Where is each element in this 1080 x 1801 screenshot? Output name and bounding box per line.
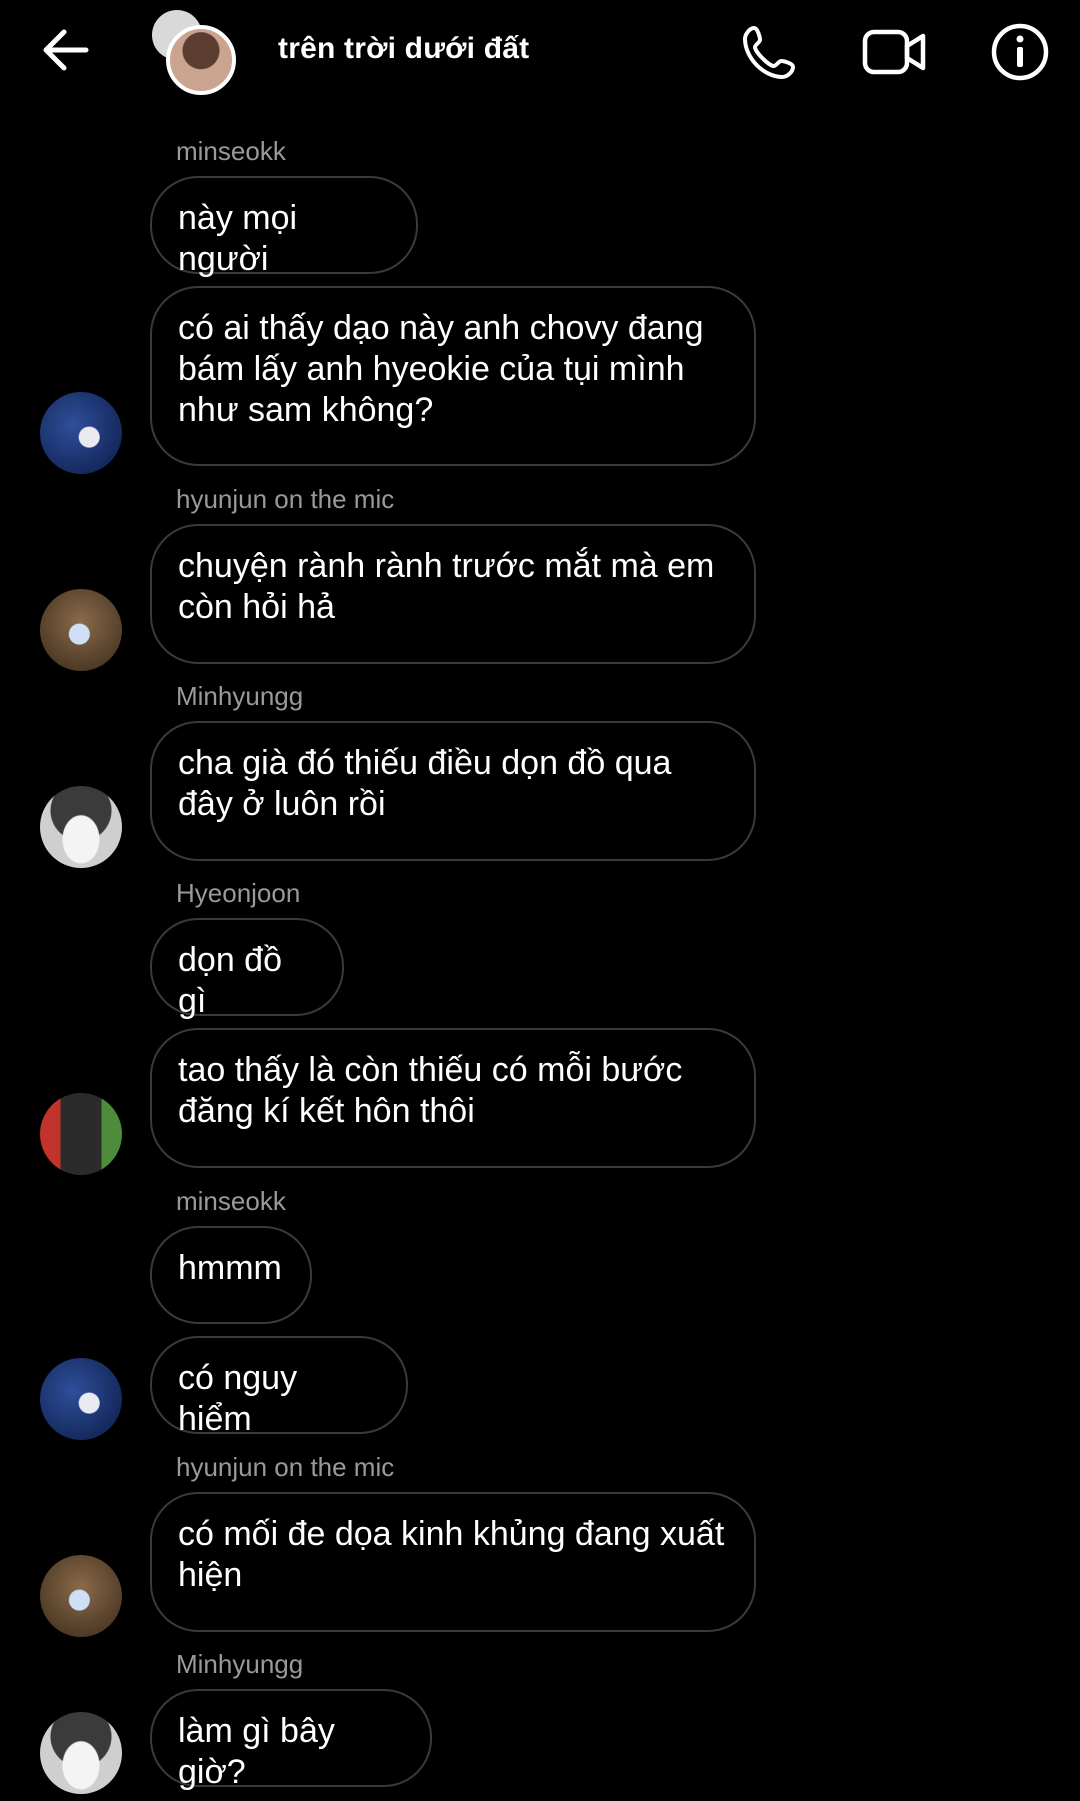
avatar[interactable] (40, 1358, 122, 1440)
sender-name: hyunjun on the mic (176, 484, 395, 514)
back-arrow-icon[interactable] (38, 22, 94, 78)
avatar[interactable] (40, 1093, 122, 1175)
message-bubble[interactable]: tao thấy là còn thiếu có mỗi bước đăng k… (150, 1028, 756, 1168)
message-line: đây ở luôn rồi (178, 785, 386, 823)
avatar[interactable] (40, 1712, 122, 1794)
message-bubble[interactable]: dọn đồ gì (150, 918, 344, 1020)
message-line: như sam không? (178, 391, 434, 429)
message-line: cha già đó thiếu điều dọn đồ qua (178, 744, 672, 782)
message-line: chuyện rành rành trước mắt mà em (178, 547, 715, 585)
message-bubble[interactable]: chuyện rành rành trước mắt mà em còn hỏi… (150, 524, 756, 664)
sender-name: Minhyungg (176, 1649, 304, 1679)
avatar[interactable] (40, 786, 122, 868)
avatar[interactable] (40, 589, 122, 671)
avatar[interactable] (40, 1555, 122, 1637)
message-text: dọn đồ gì (178, 941, 282, 1020)
sender-name: minseokk (176, 1186, 286, 1216)
group-avatar[interactable] (150, 10, 240, 100)
message-bubble[interactable]: có nguy hiểm (150, 1336, 408, 1438)
video-call-icon[interactable] (862, 22, 928, 82)
message-text: có nguy hiểm (178, 1359, 298, 1438)
message-line: có mối đe dọa kinh khủng đang xuất (178, 1515, 725, 1553)
message-bubble[interactable]: hmmm (150, 1226, 312, 1324)
message-text: hmmm (178, 1249, 282, 1287)
message-line: có ai thấy dạo này anh chovy đang (178, 309, 704, 347)
chat-title[interactable]: trên trời dưới đất (278, 32, 529, 66)
avatar[interactable] (40, 392, 122, 474)
message-bubble[interactable]: có mối đe dọa kinh khủng đang xuất hiện (150, 1492, 756, 1632)
message-text: làm gì bây giờ? (178, 1712, 335, 1791)
message-bubble[interactable]: có ai thấy dạo này anh chovy đang bám lấ… (150, 286, 756, 466)
sender-name: minseokk (176, 136, 286, 166)
sender-name: hyunjun on the mic (176, 1452, 395, 1482)
info-icon[interactable] (990, 22, 1050, 82)
message-line: còn hỏi hả (178, 588, 335, 626)
message-line: hiện (178, 1556, 243, 1594)
chat-header: trên trời dưới đất (0, 0, 1080, 110)
message-line: tao thấy là còn thiếu có mỗi bước (178, 1051, 683, 1089)
sender-name: Minhyungg (176, 681, 304, 711)
message-bubble[interactable]: cha già đó thiếu điều dọn đồ qua đây ở l… (150, 721, 756, 861)
message-line: đăng kí kết hôn thôi (178, 1092, 475, 1130)
message-bubble[interactable]: này mọi người (150, 176, 418, 278)
message-line: bám lấy anh hyeokie của tụi mình (178, 350, 685, 388)
message-text: này mọi người (178, 199, 298, 278)
sender-name: Hyeonjoon (176, 878, 301, 908)
message-bubble[interactable]: làm gì bây giờ? (150, 1689, 432, 1791)
phone-icon[interactable] (740, 22, 800, 82)
